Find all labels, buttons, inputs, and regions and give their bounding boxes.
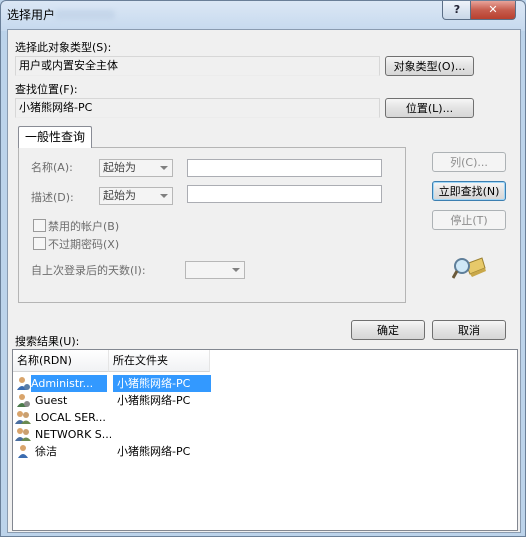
result-name: NETWORK S... xyxy=(35,428,111,441)
non-expiring-password-checkbox[interactable] xyxy=(33,237,46,250)
result-folder: 小猪熊网络-PC xyxy=(117,394,191,407)
common-queries-panel: 名称(A): 起始为 描述(D): 起始为 禁用的帐户(B) 不过期密码(X) … xyxy=(18,147,406,303)
tab-common-queries[interactable]: 一般性查询 xyxy=(18,126,92,148)
name-match-value: 起始为 xyxy=(103,161,136,174)
search-flashlight-icon xyxy=(452,257,486,279)
object-types-button[interactable]: 对象类型(O)... xyxy=(385,56,474,76)
chevron-down-icon xyxy=(232,268,240,272)
result-name: Guest xyxy=(35,394,68,407)
chevron-down-icon xyxy=(160,194,168,198)
title-blur xyxy=(55,10,115,20)
result-name: LOCAL SER... xyxy=(35,411,106,424)
find-now-button[interactable]: 立即查找(N) xyxy=(432,181,506,201)
disabled-accounts-label: 禁用的帐户(B) xyxy=(48,220,120,233)
search-results-list[interactable]: 名称(RDN) 所在文件夹 Administr... 小猪熊网络-PC Gues… xyxy=(12,349,518,531)
name-input[interactable] xyxy=(187,159,382,177)
description-match-combo[interactable]: 起始为 xyxy=(99,187,173,205)
table-row[interactable]: NETWORK S... xyxy=(13,426,517,443)
description-label: 描述(D): xyxy=(31,191,74,204)
table-row[interactable]: Guest 小猪熊网络-PC xyxy=(13,392,517,409)
locations-button[interactable]: 位置(L)... xyxy=(385,98,474,118)
table-row[interactable]: LOCAL SER... xyxy=(13,409,517,426)
result-folder: 小猪熊网络-PC xyxy=(113,375,211,392)
name-match-combo[interactable]: 起始为 xyxy=(99,159,173,177)
dialog-title: 选择用户 xyxy=(7,8,56,22)
ok-button[interactable]: 确定 xyxy=(351,320,425,340)
close-button[interactable]: ✕ xyxy=(470,1,516,20)
column-header-name[interactable]: 名称(RDN) xyxy=(13,350,109,372)
title-bar[interactable]: 选择用户 ? ✕ xyxy=(1,1,525,29)
dialog-client: 选择此对象类型(S): 用户或内置安全主体 对象类型(O)... 查找位置(F)… xyxy=(7,29,521,533)
description-input[interactable] xyxy=(187,185,382,203)
cancel-button[interactable]: 取消 xyxy=(432,320,506,340)
days-since-logon-combo[interactable] xyxy=(185,261,245,279)
columns-button[interactable]: 列(C)... xyxy=(432,152,506,172)
disabled-accounts-checkbox[interactable] xyxy=(33,219,46,232)
table-row[interactable]: Administr... 小猪熊网络-PC xyxy=(13,375,517,392)
result-name: Administr... xyxy=(31,375,107,392)
object-type-field: 用户或内置安全主体 xyxy=(15,56,380,76)
location-label: 查找位置(F): xyxy=(15,83,78,96)
admin-user-icon xyxy=(17,377,30,390)
chevron-down-icon xyxy=(160,166,168,170)
name-label: 名称(A): xyxy=(31,161,73,174)
user-icon xyxy=(18,445,28,458)
days-since-logon-label: 自上次登录后的天数(I): xyxy=(31,264,146,277)
help-button[interactable]: ? xyxy=(442,1,472,20)
stop-button[interactable]: 停止(T) xyxy=(432,210,506,230)
location-field: 小猪熊网络-PC xyxy=(15,98,380,118)
column-header-folder[interactable]: 所在文件夹 xyxy=(109,350,210,372)
description-match-value: 起始为 xyxy=(103,189,136,202)
non-expiring-password-label: 不过期密码(X) xyxy=(48,238,120,251)
group-icon xyxy=(15,428,31,441)
search-results-label: 搜索结果(U): xyxy=(15,335,80,348)
guest-user-icon xyxy=(17,394,30,407)
select-users-dialog: 选择用户 ? ✕ 选择此对象类型(S): 用户或内置安全主体 对象类型(O)..… xyxy=(0,0,526,537)
object-type-label: 选择此对象类型(S): xyxy=(15,41,112,54)
group-icon xyxy=(15,411,31,424)
result-name: 徐洁 xyxy=(35,445,57,458)
result-folder: 小猪熊网络-PC xyxy=(117,445,191,458)
table-row[interactable]: 徐洁 小猪熊网络-PC xyxy=(13,443,517,460)
